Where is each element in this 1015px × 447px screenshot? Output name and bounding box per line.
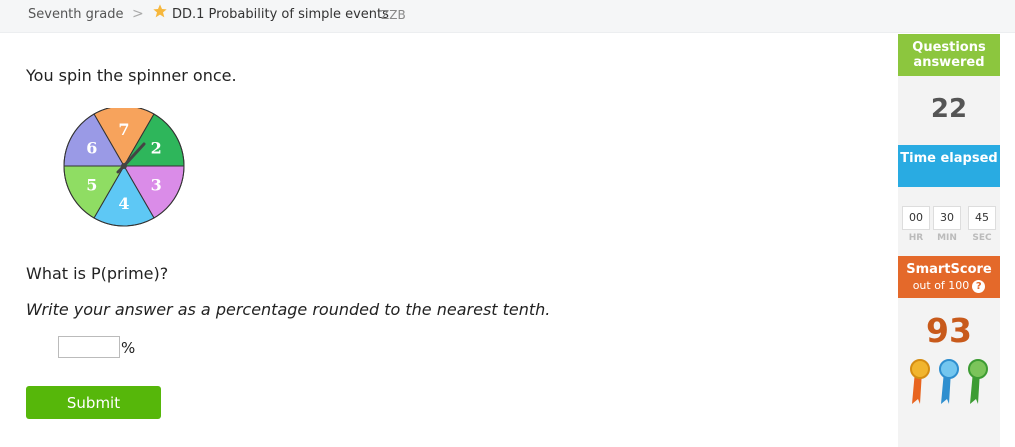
- smartscore-header: SmartScore out of 100?: [898, 256, 1000, 298]
- time-elapsed-header: Time elapsed: [898, 145, 1000, 187]
- timer-minutes-label: MIN: [937, 233, 957, 243]
- spinner-section-label: 6: [86, 138, 97, 157]
- spinner-section-label: 3: [151, 176, 162, 195]
- timer-hours: 00: [902, 206, 930, 230]
- star-icon: [153, 4, 167, 18]
- percent-unit: %: [121, 339, 136, 357]
- smartscore-subtitle: out of 100?: [898, 278, 1000, 293]
- spinner-section-label: 7: [118, 120, 129, 139]
- smartscore-value: 93: [926, 311, 972, 350]
- smartscore-title: SmartScore: [906, 262, 992, 277]
- timer-hours-label: HR: [908, 233, 924, 243]
- breadcrumb: Seventh grade > DD.1 Probability of simp…: [0, 0, 1015, 33]
- timer-minutes: 30: [933, 206, 961, 230]
- green-ribbon-icon: [968, 359, 988, 404]
- gold-ribbon-icon: [910, 359, 930, 404]
- spinner-section-label: 5: [86, 176, 97, 195]
- chevron-right-icon: >: [132, 6, 144, 22]
- spinner-section-label: 2: [151, 138, 162, 157]
- breadcrumb-grade-link[interactable]: Seventh grade: [28, 7, 123, 22]
- timer-seconds: 45: [968, 206, 996, 230]
- question-instruction: Write your answer as a percentage rounde…: [26, 300, 551, 319]
- question-text: You spin the spinner once.: [26, 66, 237, 85]
- help-icon[interactable]: ?: [972, 279, 986, 293]
- skill-code: ZZB: [381, 8, 406, 22]
- breadcrumb-skill-title: DD.1 Probability of simple events: [172, 7, 389, 22]
- award-ribbons: [910, 359, 988, 404]
- blue-ribbon-icon: [939, 359, 959, 404]
- questions-answered-count: 22: [930, 94, 968, 124]
- answer-input[interactable]: [58, 336, 120, 358]
- questions-answered-header: Questions answered: [898, 34, 1000, 76]
- timer-seconds-label: SEC: [972, 233, 992, 243]
- spinner-image: 7 2 3 4 5 6: [63, 108, 185, 227]
- question-prompt: What is P(prime)?: [26, 264, 169, 283]
- spinner-section-label: 4: [118, 194, 129, 213]
- submit-button[interactable]: Submit: [26, 386, 161, 419]
- sidebar: Questions answered 22 Time elapsed 00 30…: [898, 34, 1000, 447]
